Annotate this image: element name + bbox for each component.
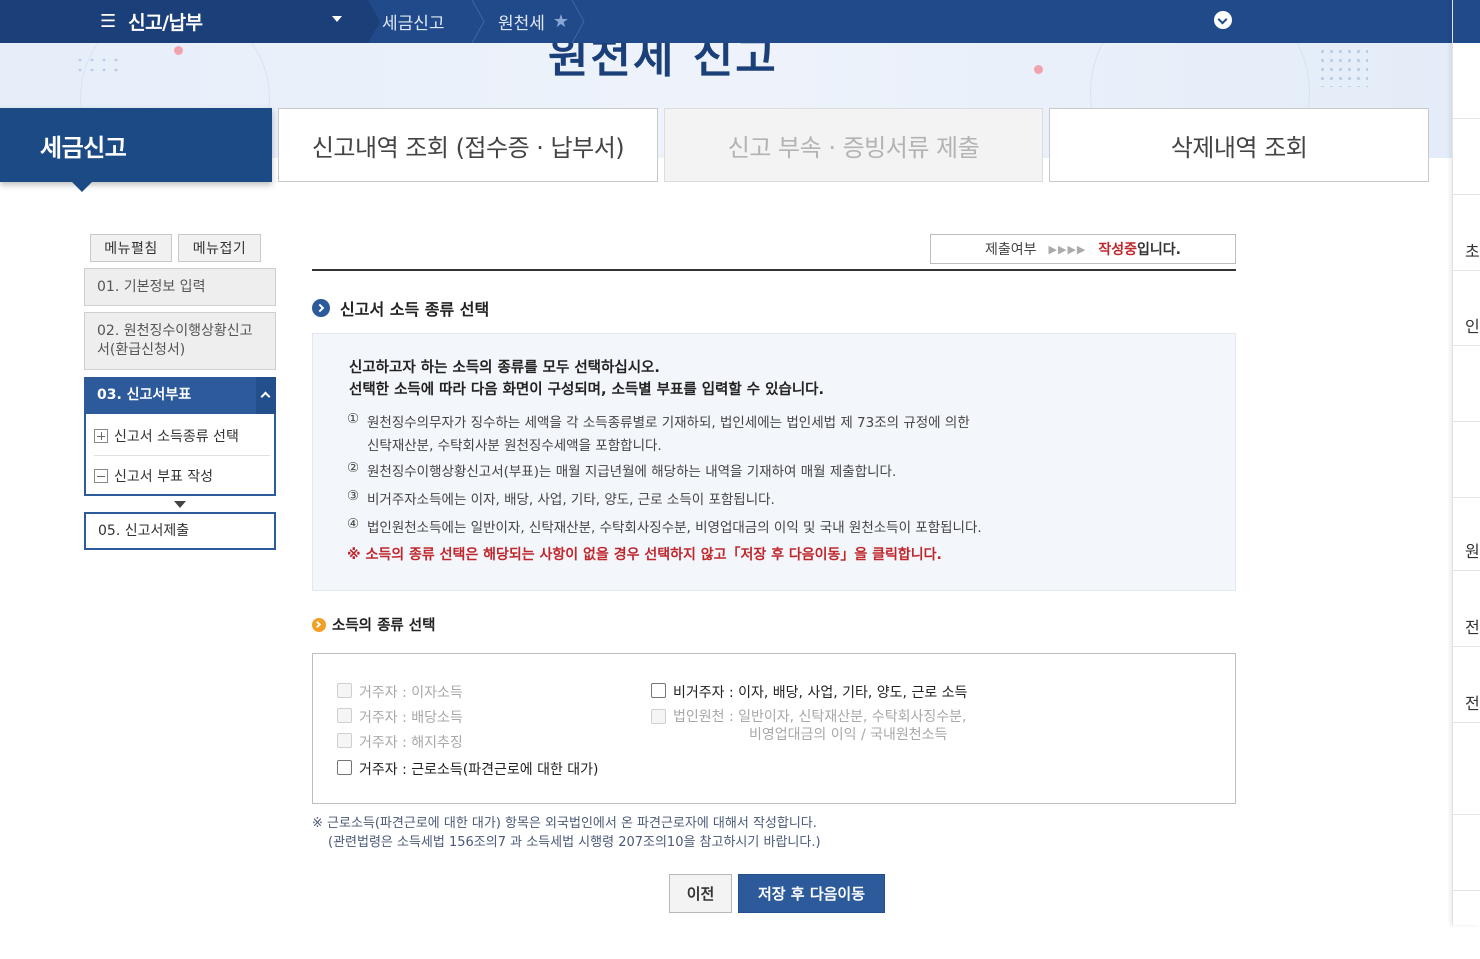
divider bbox=[1453, 421, 1480, 422]
instruction-box: 신고하고자 하는 소득의 종류를 모두 선택하십시오. 선택한 소득에 따라 다… bbox=[312, 333, 1236, 591]
hamburger-icon[interactable]: ☰ bbox=[100, 12, 116, 31]
decorative-dots bbox=[74, 55, 124, 75]
checkbox bbox=[337, 708, 352, 723]
main-menu-button[interactable]: ☰ 신고/납부 bbox=[0, 0, 360, 43]
note-item: ② 원천징수이행상황신고서(부표)는 매월 지급년월에 해당하는 내역을 기재하… bbox=[347, 460, 897, 480]
footnote: ※ 근로소득(파견근로에 대한 대가) 항목은 외국법인에서 온 파견근로자에 … bbox=[312, 816, 821, 850]
divider bbox=[1453, 722, 1480, 723]
option-resident-dividend: 거주자 : 배당소득 bbox=[337, 707, 463, 727]
quick-menu-item[interactable]: 원 bbox=[1465, 538, 1480, 562]
submenu-appendix-write[interactable]: 신고서 부표 작성 bbox=[94, 456, 270, 496]
tab-filing-history[interactable]: 신고내역 조회 (접수증 · 납부서) bbox=[278, 108, 658, 182]
divider bbox=[1453, 270, 1480, 271]
active-tab-pointer bbox=[72, 182, 92, 192]
decorative-dots bbox=[1318, 47, 1368, 87]
warning-text: ※ 소득의 종류 선택은 해당되는 사항이 없을 경우 선택하지 않고「저장 후… bbox=[347, 547, 942, 563]
tab-tax-filing[interactable]: 세금신고 bbox=[0, 108, 272, 192]
arrow-circle-icon bbox=[312, 299, 330, 317]
divider bbox=[1453, 570, 1480, 571]
checkbox bbox=[337, 733, 352, 748]
step-withholding-report[interactable]: 02. 원천징수이행상황신고서(환급신청서) bbox=[84, 312, 276, 370]
appendix-submenu: 신고서 소득종류 선택 신고서 부표 작성 bbox=[84, 414, 276, 496]
step-basic-info[interactable]: 01. 기본정보 입력 bbox=[84, 268, 276, 306]
top-navigation-bar: ☰ 신고/납부 세금신고 원천세 ★ bbox=[0, 0, 1452, 43]
step-submit[interactable]: 05. 신고서제출 bbox=[84, 512, 276, 550]
right-quick-menu: 초 인 원 전 전 bbox=[1452, 0, 1480, 925]
checkbox[interactable] bbox=[337, 760, 352, 775]
breadcrumb-separator bbox=[571, 0, 585, 43]
tab-attachments-submit: 신고 부속 · 증빙서류 제출 bbox=[664, 108, 1043, 182]
plus-box-icon bbox=[94, 428, 108, 443]
star-icon[interactable]: ★ bbox=[553, 11, 569, 32]
divider bbox=[1453, 194, 1480, 195]
divider bbox=[1453, 646, 1480, 647]
decorative-dot bbox=[1034, 65, 1043, 74]
section-title-income-select: 소득의 종류 선택 bbox=[312, 614, 435, 635]
caret-down-icon[interactable] bbox=[332, 16, 342, 22]
quick-menu-item[interactable]: 인 bbox=[1465, 313, 1480, 337]
menu-expand-button[interactable]: 메뉴펼침 bbox=[90, 234, 172, 262]
chevron-up-icon[interactable] bbox=[256, 377, 276, 414]
menu-collapse-button[interactable]: 메뉴접기 bbox=[178, 234, 261, 262]
checkbox bbox=[337, 683, 352, 698]
option-nonresident-income[interactable]: 비거주자 : 이자, 배당, 사업, 기타, 양도, 근로 소득 bbox=[651, 682, 967, 702]
status-badge: 작성중 bbox=[1098, 242, 1138, 258]
divider bbox=[1453, 890, 1480, 891]
chevron-down-icon[interactable] bbox=[1214, 11, 1232, 29]
divider bbox=[312, 269, 1236, 271]
option-resident-interest: 거주자 : 이자소득 bbox=[337, 682, 463, 702]
submenu-income-type-select[interactable]: 신고서 소득종류 선택 bbox=[94, 416, 270, 456]
option-resident-dispatched-labor[interactable]: 거주자 : 근로소득(파견근로에 대한 대가) bbox=[337, 759, 599, 779]
main-menu-title[interactable]: 신고/납부 bbox=[128, 8, 203, 35]
divider bbox=[1453, 345, 1480, 346]
minus-box-icon bbox=[94, 469, 108, 483]
decorative-dot bbox=[174, 46, 183, 55]
income-type-options: 거주자 : 이자소득 거주자 : 배당소득 거주자 : 해지추징 거주자 : 근… bbox=[312, 653, 1236, 804]
section-title-income-type: 신고서 소득 종류 선택 bbox=[312, 296, 489, 320]
quick-menu-item[interactable]: 전 bbox=[1465, 614, 1480, 638]
breadcrumb-separator bbox=[360, 0, 380, 43]
option-resident-termination: 거주자 : 해지추징 bbox=[337, 732, 463, 752]
arrow-down-icon bbox=[174, 501, 186, 508]
quick-menu-item[interactable]: 초 bbox=[1465, 238, 1480, 262]
step-appendix[interactable]: 03. 신고서부표 bbox=[84, 377, 256, 414]
page-title: 원천세 신고 bbox=[548, 43, 778, 83]
divider bbox=[1453, 118, 1480, 119]
divider bbox=[1453, 814, 1480, 815]
note-item: ③ 비거주자소득에는 이자, 배당, 사업, 기타, 양도, 근로 소득이 포함… bbox=[347, 488, 775, 508]
breadcrumb-item-tax-filing[interactable]: 세금신고 bbox=[382, 0, 445, 43]
tab-deleted-history[interactable]: 삭제내역 조회 bbox=[1049, 108, 1429, 182]
submission-status: 제출여부 ▶▶▶▶ 작성중 입니다. bbox=[930, 234, 1236, 264]
breadcrumb-item-withholding-tax[interactable]: 원천세 ★ bbox=[498, 0, 569, 43]
checkbox[interactable] bbox=[651, 683, 666, 698]
save-next-button[interactable]: 저장 후 다음이동 bbox=[738, 874, 885, 913]
checkbox bbox=[651, 709, 666, 724]
arrows-icon: ▶▶▶▶ bbox=[1048, 242, 1087, 256]
right-panel-header bbox=[1453, 0, 1480, 43]
arrow-circle-icon bbox=[312, 617, 326, 632]
note-item: ④ 법인원천소득에는 일반이자, 신탁재산분, 수탁회사징수분, 비영업대금의 … bbox=[347, 516, 982, 536]
prev-button[interactable]: 이전 bbox=[669, 874, 732, 913]
quick-menu-item[interactable]: 전 bbox=[1465, 690, 1480, 714]
breadcrumb-separator bbox=[471, 0, 485, 43]
divider bbox=[1453, 497, 1480, 498]
option-corporate-withholding: 법인원천 : 일반이자, 신탁재산분, 수탁회사징수분, 비영업대금의 이익 /… bbox=[651, 708, 966, 744]
note-item: ① 원천징수의무자가 징수하는 세액을 각 소득종류별로 기재하되, 법인세에는… bbox=[347, 411, 970, 454]
